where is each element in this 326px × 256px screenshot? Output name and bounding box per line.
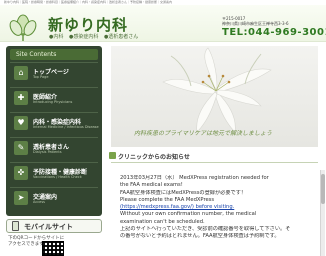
news-line: 2013年03月27日（水） MedXPress registration ne… [120,175,269,181]
news-bullet-icon [109,152,116,159]
news-line: 上記のサイトへ行っていただき、受診前の確認番号を取得して下さい。そ [120,226,291,233]
map-icon: ➤ [14,191,28,205]
divider [111,162,318,163]
mobile-site-label: モバイルサイト [24,223,73,231]
news-line: の番号がないと予約はとれません。FAA航空身体検査は予約制です。 [120,233,280,240]
news-content: 2013年03月27日（水） MedXPress registration ne… [120,175,320,241]
news-line: the FAA medical exams! [120,182,183,189]
sidebar-nav: Site Contents ⌂ トップページ Top Page ✚ 医師紹介 I… [6,46,102,216]
mobile-phone-icon [12,221,19,231]
stethoscope-icon: ♥ [14,116,28,130]
news-heading: クリニックからのお知らせ [109,152,190,161]
department-list: ●内科 ●感染症内科 ●透析患者さん [49,33,142,40]
sidebar-item-dialysis[interactable]: ✎ 透析患者さん Dialysis Patients [10,137,98,159]
site-header: 新ゆり内科 ●内科 ●感染症内科 ●透析患者さん 〒215-0017 神奈川県川… [0,5,326,42]
lily-logo-icon [9,14,37,41]
dialysis-icon: ✎ [14,141,28,155]
sidebar-item-sublabel: Internal Medicine / Infectious Disease [33,125,99,129]
sidebar-item-sublabel: Access [33,200,45,204]
news-heading-text: クリニックからのお知らせ [118,154,190,161]
medxpress-link[interactable]: (https://medxpress.faa.gov/) before visi… [120,204,320,211]
news-line: examination can't be scheduled. [120,218,205,225]
department-item: ●感染症内科 [68,34,99,40]
department-item: ●内科 [49,34,64,40]
street-address: 神奈川県川崎市麻生区王禅寺西3-3-6 [222,21,289,26]
news-line: Without your own confirmation number, th… [120,211,257,218]
sidebar-item-access[interactable]: ➤ 交通案内 Access [10,187,98,209]
sidebar-item-sublabel: Introducing Physicians [33,100,73,104]
sidebar-item-internal-medicine[interactable]: ♥ 内科・感染症内科 Internal Medicine / Infectiou… [10,112,99,134]
syringe-icon: ✜ [14,166,28,180]
clinic-address: 〒215-0017 神奈川県川崎市麻生区王禅寺西3-3-6 [222,16,289,26]
news-line: Please complete the FAA MedXPress [120,196,215,203]
mobile-site-button[interactable]: モバイルサイト [6,219,102,233]
sidebar-item-sublabel: Dialysis Patients [33,150,62,154]
sidebar-item-doctors[interactable]: ✚ 医師紹介 Introducing Physicians [10,87,98,109]
home-icon: ⌂ [14,66,28,80]
clinic-name[interactable]: 新ゆり内科 [48,14,128,35]
hero-caption: 内科疾患のプライマリケアは地元で解決しましょう [134,130,273,137]
phone-number[interactable]: TEL:044-969-3001 [222,27,326,38]
sidebar-item-sublabel: Top Page [33,75,49,79]
qr-code-image [42,241,64,256]
sidebar-item-top[interactable]: ⌂ トップページ Top Page [10,62,98,84]
sidebar-heading: Site Contents [10,49,98,60]
news-scrollbar[interactable] [320,170,325,256]
sidebar-item-sublabel: Vaccinations / Health Check [33,175,82,179]
news-line: FAA航空身体検査にはMedXPressの登録が必要です！ [120,189,247,196]
hero-banner: 内科疾患のプライマリケアは地元で解決しましょう [111,46,318,147]
department-item: ●透析患者さん [103,34,139,40]
doctor-icon: ✚ [14,91,28,105]
sidebar-item-vaccination[interactable]: ✜ 予防接種・健康診断 Vaccinations / Health Check [10,162,98,184]
scrollbar-thumb[interactable] [321,174,325,204]
